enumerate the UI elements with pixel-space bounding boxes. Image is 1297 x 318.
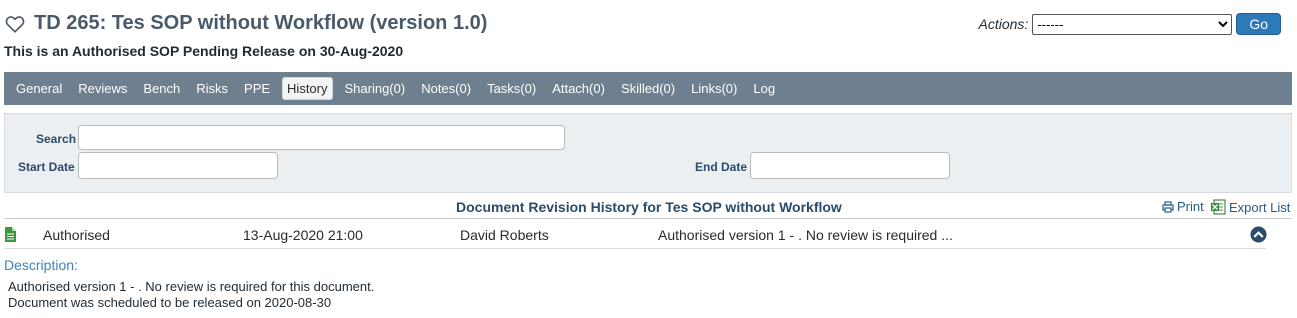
history-header-divider <box>4 218 1292 219</box>
tab-skilled[interactable]: Skilled(0) <box>617 78 679 99</box>
row-date: 13-Aug-2020 21:00 <box>243 227 363 243</box>
row-status: Authorised <box>43 227 110 243</box>
tab-ppe[interactable]: PPE <box>240 78 274 99</box>
print-label: Print <box>1177 199 1204 214</box>
history-title: Document Revision History for Tes SOP wi… <box>456 199 842 215</box>
actions-select[interactable]: ------ <box>1032 13 1233 35</box>
tab-attach[interactable]: Attach(0) <box>548 78 609 99</box>
tab-bar: General Reviews Bench Risks PPE History … <box>4 72 1292 105</box>
go-button[interactable]: Go <box>1236 13 1281 35</box>
description-line: Document was scheduled to be released on… <box>8 295 332 310</box>
tab-sharing[interactable]: Sharing(0) <box>341 78 410 99</box>
actions-label: Actions: <box>978 16 1029 32</box>
page-title: TD 265: Tes SOP without Workflow (versio… <box>34 12 488 34</box>
tab-links[interactable]: Links(0) <box>687 78 741 99</box>
tab-risks[interactable]: Risks <box>192 78 232 99</box>
export-list-label: Export List <box>1229 199 1291 215</box>
status-subtitle: This is an Authorised SOP Pending Releas… <box>4 43 404 59</box>
table-row[interactable]: Authorised 13-Aug-2020 21:00 David Rober… <box>0 225 1297 247</box>
excel-icon <box>1211 199 1226 215</box>
favorite-heart-icon[interactable] <box>4 13 26 35</box>
chevron-up-circle-icon[interactable] <box>1250 226 1267 243</box>
document-icon[interactable] <box>4 227 16 242</box>
filter-panel: Search Start Date End Date <box>4 113 1292 193</box>
description-line: Authorised version 1 - . No review is re… <box>8 279 375 294</box>
tab-notes[interactable]: Notes(0) <box>417 78 475 99</box>
title-row: TD 265: Tes SOP without Workflow (versio… <box>4 12 487 35</box>
tab-bench[interactable]: Bench <box>139 78 184 99</box>
end-date-label: End Date <box>695 160 748 174</box>
actions-bar: Actions: ------ Go <box>978 13 1281 35</box>
row-summary: Authorised version 1 - . No review is re… <box>658 227 953 243</box>
row-divider <box>4 248 1266 249</box>
start-date-input[interactable] <box>78 152 278 179</box>
tab-general[interactable]: General <box>12 78 66 99</box>
row-user: David Roberts <box>460 227 549 243</box>
tab-log[interactable]: Log <box>749 78 779 99</box>
end-date-input[interactable] <box>750 152 950 179</box>
tab-tasks[interactable]: Tasks(0) <box>483 78 540 99</box>
description-label: Description: <box>4 257 78 273</box>
search-input[interactable] <box>78 125 565 150</box>
export-list-link[interactable]: Export List <box>1210 199 1290 215</box>
start-date-label: Start Date <box>18 160 75 174</box>
printer-icon <box>1162 200 1174 213</box>
tab-history[interactable]: History <box>282 77 333 100</box>
tab-reviews[interactable]: Reviews <box>74 78 131 99</box>
print-link[interactable]: Print <box>1162 199 1204 214</box>
search-label: Search <box>36 132 77 146</box>
